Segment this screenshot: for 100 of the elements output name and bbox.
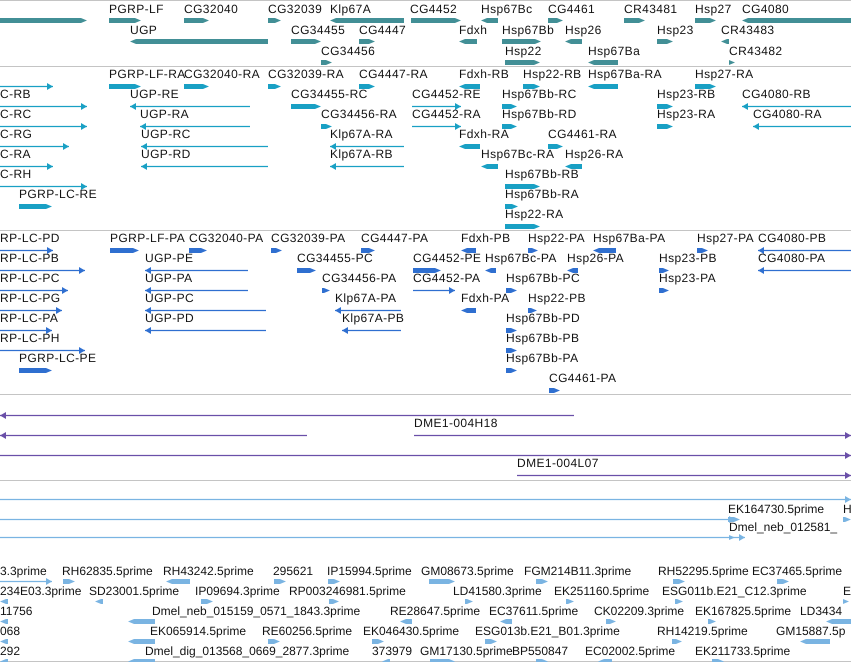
feature-label: Klp67A-PA <box>335 292 396 304</box>
feature-label: ESG011b.E21_C12.3prime <box>662 585 807 597</box>
feature-label: CG4080-RB <box>742 88 811 100</box>
feature-label: CG4080-RA <box>753 108 822 120</box>
feature-label: C-RA <box>0 148 31 160</box>
feature-label: UGP <box>130 24 158 36</box>
feature-label: 373979 <box>372 645 412 657</box>
feature-label: Fdxh-RA <box>459 128 510 140</box>
feature-label: Hsp67Bb-PC <box>506 272 580 284</box>
feature-label: FGM214B11.3prime <box>524 565 632 577</box>
feature-label: Hsp67Ba-RA <box>588 68 662 80</box>
feature-label: CG4447 <box>359 24 406 36</box>
feature-label: ESG013b.E21_B01.3prime <box>475 625 620 637</box>
feature-label: EK164730.5prime <box>728 503 824 515</box>
feature-label: IP09694.3prime <box>195 585 280 597</box>
feature-label: Fdxh-PA <box>461 292 510 304</box>
feature-label: Dmel_neb_012581_ <box>729 521 838 533</box>
feature-label: Hsp67Bb <box>502 24 554 36</box>
feature-label: CG34455-PC <box>297 252 374 264</box>
feature-label: RP-LC-PD <box>0 232 60 244</box>
feature-label: CG4080-PA <box>758 252 826 264</box>
feature-label: CG4080 <box>742 3 790 15</box>
feature-label: Hsp67Bb-RD <box>502 108 577 120</box>
feature-label: Hsp26 <box>565 24 602 36</box>
feature-label: CG4447-PA <box>361 232 428 244</box>
feature-label: UGP-RD <box>141 148 191 160</box>
feature-label: CG32039-PA <box>271 232 346 244</box>
feature-label: UGP-PA <box>145 272 193 284</box>
feature-label: DME1-004H18 <box>414 417 498 429</box>
feature-label: Fdxh <box>459 24 488 36</box>
feature-label: CR43481 <box>624 3 678 15</box>
feature-label: LD3434 <box>800 605 842 617</box>
feature-label: CG4080-PB <box>758 232 826 244</box>
feature-label: Hsp67Bc-PA <box>485 252 557 264</box>
feature-label: Dmel_neb_015159_0571_1843.3prime <box>152 605 360 617</box>
feature-label: Hsp67Bb-PB <box>506 332 580 344</box>
feature-label: CG4452 <box>410 3 458 15</box>
feature-label: CG34456 <box>321 45 376 57</box>
feature-label: EK065914.5prime <box>150 625 246 637</box>
feature-label: Klp67A-RA <box>330 128 393 140</box>
feature-label: Hsp23-PB <box>659 252 717 264</box>
feature-label: CG32040-PA <box>189 232 264 244</box>
feature-label: C-RC <box>0 108 32 120</box>
feature-label: Fdxh-RB <box>459 68 510 80</box>
feature-label: Hsp67Bb-PD <box>506 312 580 324</box>
feature-label: RP-LC-PB <box>0 252 60 264</box>
feature-label: GM17130.5prime <box>420 645 513 657</box>
feature-label: SD23001.5prime <box>89 585 180 597</box>
feature-label: Hsp67Ba-PA <box>593 232 666 244</box>
feature-label: BP550847 <box>512 645 568 657</box>
feature-label: UGP-RE <box>130 88 180 100</box>
feature-label: EC02002.5prime <box>585 645 676 657</box>
feature-label: H <box>843 503 851 515</box>
feature-label: CG4447-RA <box>359 68 428 80</box>
feature-label: EK251160.5prime <box>554 585 650 597</box>
feature-label: UGP-RC <box>141 128 191 140</box>
feature-label: Hsp26-PA <box>567 252 624 264</box>
feature-label: CG4452-PE <box>413 252 482 264</box>
feature-label: Hsp27 <box>695 3 732 15</box>
feature-label: EK167825.5prime <box>695 605 792 617</box>
feature-label: 3.3prime <box>0 565 47 577</box>
feature-label: RH52295.5prime <box>658 565 749 577</box>
feature-label: RH62835.5prime <box>62 565 153 577</box>
feature-label: RE60256.5prime <box>262 625 352 637</box>
feature-label: PGRP-LC-RE <box>19 188 98 200</box>
feature-label: Hsp67Bb-RA <box>505 188 580 200</box>
feature-label: EC37611.5prime <box>489 605 578 617</box>
feature-label: Hsp67Bb-PA <box>506 352 578 364</box>
feature-label: CG4461 <box>548 3 596 15</box>
feature-label: UGP-PE <box>145 252 194 264</box>
feature-label: Hsp22-RB <box>523 68 582 80</box>
feature-label: CG32040 <box>184 3 238 15</box>
feature-label: 292 <box>0 645 20 657</box>
feature-label: Hsp23-PA <box>659 272 716 284</box>
feature-label: E <box>843 585 851 597</box>
feature-label: CG4452-RE <box>412 88 481 100</box>
feature-label: 068 <box>0 625 20 637</box>
feature-label: RP-LC-PA <box>0 312 58 324</box>
feature-label: CG32040-RA <box>184 68 260 80</box>
feature-label: C-RH <box>0 168 32 180</box>
feature-label: LD41580.3prime <box>453 585 542 597</box>
feature-label: CG4461-RA <box>548 128 617 140</box>
feature-label: GM08673.5prime <box>421 565 514 577</box>
feature-label: Hsp26-RA <box>565 148 624 160</box>
feature-label: CG34455-RC <box>291 88 368 100</box>
feature-label: EC37465.5prime <box>752 565 842 577</box>
feature-label: Hsp22-PB <box>528 292 586 304</box>
feature-label: 234E03.3prime <box>0 585 82 597</box>
feature-label: Hsp22-PA <box>528 232 586 244</box>
feature-label: RE28647.5prime <box>390 605 480 617</box>
feature-label: RH43242.5prime <box>163 565 254 577</box>
feature-label: PGRP-LF-RA <box>109 68 186 80</box>
feature-label: Klp67A <box>330 3 372 15</box>
feature-label: CK02209.3prime <box>594 605 684 617</box>
feature-label: Hsp67Bc <box>481 3 532 15</box>
feature-label: Hsp67Ba <box>588 45 640 57</box>
feature-label: Hsp27-RA <box>695 68 754 80</box>
feature-label: Hsp23-RA <box>657 108 716 120</box>
feature-label: Hsp23 <box>657 24 694 36</box>
feature-label: EK046430.5prime <box>363 625 460 637</box>
